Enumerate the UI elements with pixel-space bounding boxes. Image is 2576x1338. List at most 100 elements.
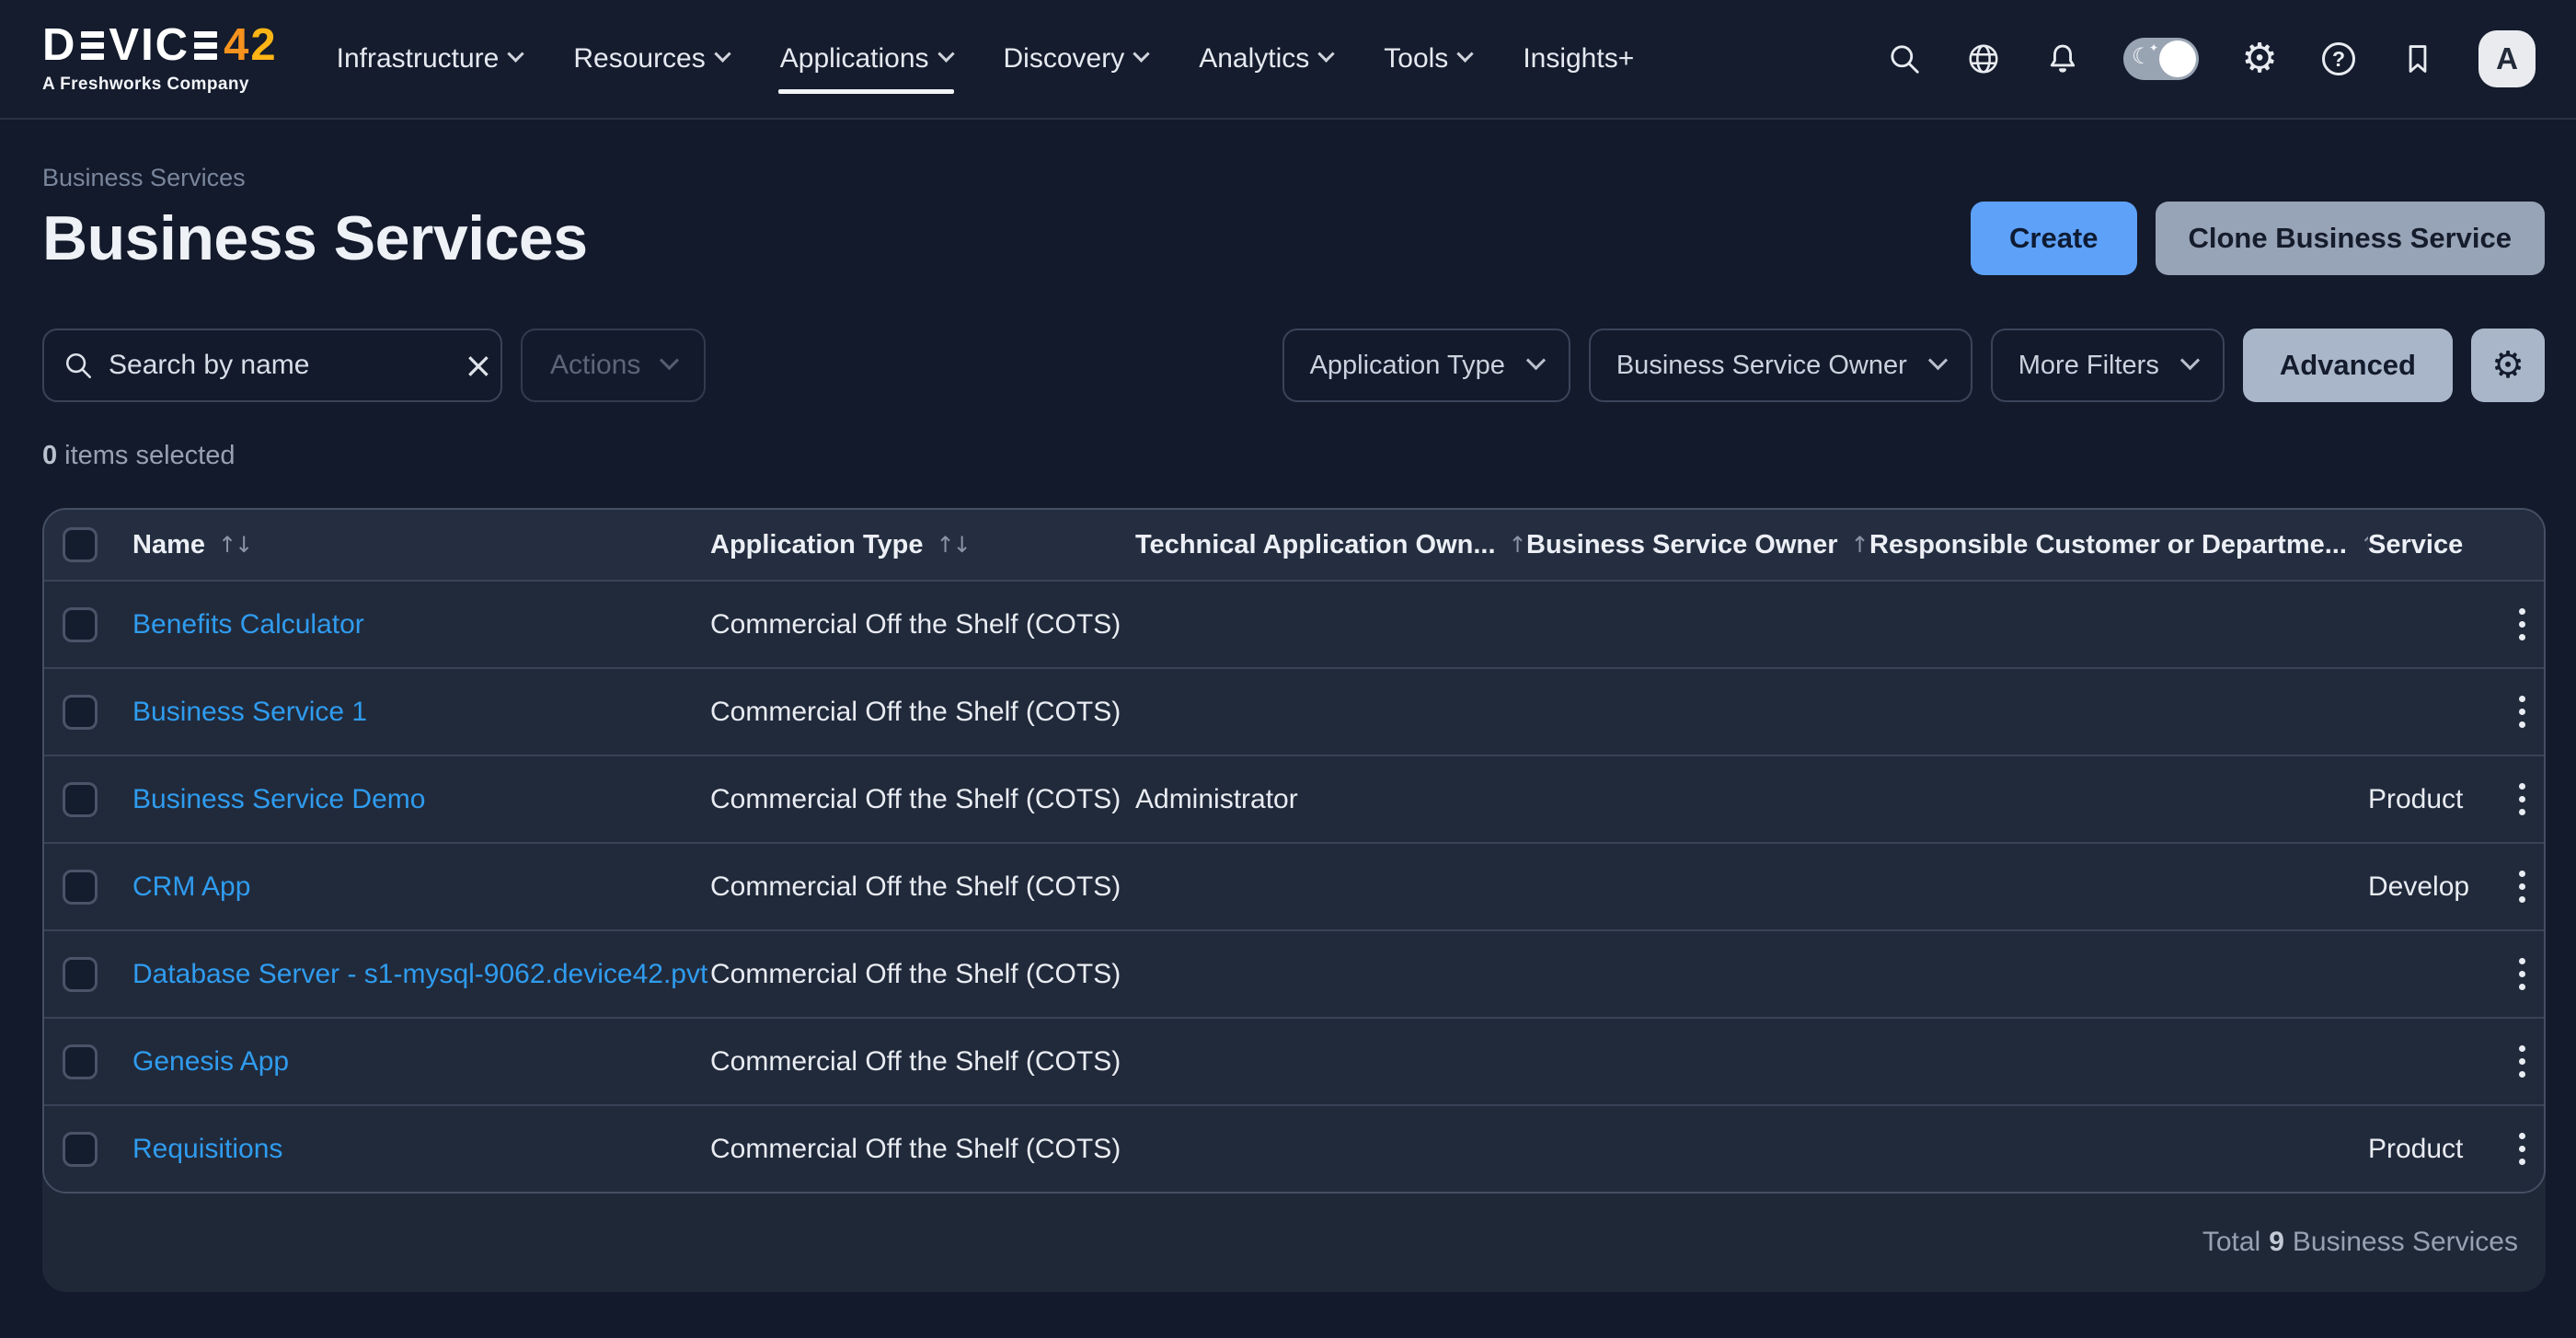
chevron-down-icon bbox=[508, 45, 524, 62]
table-header-row: Name ↑↓ Application Type ↑↓ Technical Ap… bbox=[44, 510, 2544, 580]
logo-wordmark: D VIC 4 2 bbox=[42, 23, 278, 68]
bookmark-icon[interactable] bbox=[2399, 40, 2436, 77]
nav-item-infrastructure[interactable]: Infrastructure bbox=[337, 0, 523, 119]
user-avatar[interactable]: A bbox=[2478, 30, 2536, 87]
row-actions-kebab-icon[interactable] bbox=[2503, 952, 2540, 996]
nav-item-applications[interactable]: Applications bbox=[780, 0, 952, 119]
actions-dropdown[interactable]: Actions bbox=[521, 329, 706, 402]
more-filters-dropdown[interactable]: More Filters bbox=[1991, 329, 2225, 402]
chevron-down-icon bbox=[1457, 45, 1474, 62]
globe-icon[interactable] bbox=[1965, 40, 2002, 77]
sort-icon[interactable]: ↑↓ bbox=[936, 532, 969, 558]
column-label: Business Service Owner bbox=[1526, 530, 1838, 560]
chevron-down-icon bbox=[714, 45, 730, 62]
application-type-filter[interactable]: Application Type bbox=[1282, 329, 1570, 402]
sparkle-icon: ✦ bbox=[2149, 41, 2158, 54]
row-actions-kebab-icon[interactable] bbox=[2503, 603, 2540, 646]
column-header-responsible-customer[interactable]: Responsible Customer or Departme... ↑↓ bbox=[1869, 530, 2368, 560]
sort-icon[interactable]: ↑↓ bbox=[218, 532, 251, 558]
row-checkbox[interactable] bbox=[63, 782, 98, 817]
column-header-application-type[interactable]: Application Type ↑↓ bbox=[710, 530, 1135, 560]
selection-summary: 0items selected bbox=[42, 441, 2545, 471]
settings-gear-icon[interactable]: ⚙ bbox=[2241, 40, 2278, 77]
search-input[interactable] bbox=[109, 350, 464, 381]
row-checkbox[interactable] bbox=[63, 1044, 98, 1079]
nav-label: Resources bbox=[573, 43, 705, 75]
clone-business-service-button[interactable]: Clone Business Service bbox=[2156, 202, 2546, 275]
column-label: Responsible Customer or Departme... bbox=[1869, 530, 2347, 560]
service-cell: Develop bbox=[2368, 871, 2503, 903]
application-type-cell: Commercial Off the Shelf (COTS) bbox=[710, 959, 1135, 990]
selected-text: items selected bbox=[64, 441, 235, 470]
nav-label: Discovery bbox=[1004, 43, 1125, 75]
table-settings-button[interactable]: ⚙ bbox=[2471, 329, 2545, 402]
filter-bar: Application Type Business Service Owner … bbox=[1282, 329, 2545, 402]
column-header-technical-application-owner[interactable]: Technical Application Own... ↑↓ bbox=[1135, 530, 1526, 560]
nav-item-insights-plus[interactable]: Insights+ bbox=[1523, 0, 1634, 119]
row-actions-kebab-icon[interactable] bbox=[2503, 1040, 2540, 1083]
sort-icon[interactable]: ↑↓ bbox=[1851, 532, 1870, 558]
select-all-checkbox[interactable] bbox=[63, 527, 98, 562]
filter-label: Business Service Owner bbox=[1616, 351, 1907, 381]
table-row: Genesis App Commercial Off the Shelf (CO… bbox=[44, 1017, 2544, 1104]
column-header-name[interactable]: Name ↑↓ bbox=[132, 530, 710, 560]
filter-label: Application Type bbox=[1310, 351, 1505, 381]
business-service-link[interactable]: Genesis App bbox=[132, 1046, 289, 1077]
row-checkbox[interactable] bbox=[63, 957, 98, 992]
sort-icon[interactable]: ↑↓ bbox=[2360, 532, 2368, 558]
row-checkbox[interactable] bbox=[63, 870, 98, 905]
nav-label: Analytics bbox=[1199, 43, 1309, 75]
business-service-link[interactable]: Business Service Demo bbox=[132, 784, 425, 814]
device42-logo[interactable]: D VIC 4 2 A Freshworks Company bbox=[42, 23, 278, 95]
dark-mode-toggle[interactable]: ☾ ✦ bbox=[2123, 38, 2199, 80]
search-by-name-box[interactable]: × bbox=[42, 329, 502, 402]
row-actions-kebab-icon[interactable] bbox=[2503, 690, 2540, 733]
nav-item-tools[interactable]: Tools bbox=[1384, 0, 1471, 119]
nav-label: Insights+ bbox=[1523, 43, 1634, 75]
clear-search-icon[interactable]: × bbox=[464, 348, 493, 383]
chevron-down-icon bbox=[1318, 45, 1335, 62]
gear-icon: ⚙ bbox=[2491, 347, 2524, 384]
application-type-cell: Commercial Off the Shelf (COTS) bbox=[710, 784, 1135, 815]
application-type-cell: Commercial Off the Shelf (COTS) bbox=[710, 1046, 1135, 1078]
service-cell: Product bbox=[2368, 784, 2503, 815]
row-actions-kebab-icon[interactable] bbox=[2503, 778, 2540, 821]
business-service-link[interactable]: CRM App bbox=[132, 871, 250, 902]
advanced-button[interactable]: Advanced bbox=[2243, 329, 2453, 402]
chevron-down-icon bbox=[937, 45, 954, 62]
business-service-link[interactable]: Benefits Calculator bbox=[132, 609, 364, 640]
nav-item-discovery[interactable]: Discovery bbox=[1004, 0, 1148, 119]
column-header-business-service-owner[interactable]: Business Service Owner ↑↓ bbox=[1526, 530, 1869, 560]
row-checkbox[interactable] bbox=[63, 607, 98, 642]
row-checkbox[interactable] bbox=[63, 1132, 98, 1167]
business-service-owner-filter[interactable]: Business Service Owner bbox=[1589, 329, 1972, 402]
table-footer: Total 9 Business Services bbox=[42, 1194, 2546, 1290]
table-row: Business Service Demo Commercial Off the… bbox=[44, 755, 2544, 842]
help-icon[interactable]: ? bbox=[2320, 40, 2357, 77]
breadcrumb[interactable]: Business Services bbox=[42, 164, 2545, 192]
row-actions-kebab-icon[interactable] bbox=[2503, 865, 2540, 908]
business-service-link[interactable]: Database Server - s1-mysql-9062.device42… bbox=[132, 959, 707, 989]
nav-item-analytics[interactable]: Analytics bbox=[1199, 0, 1332, 119]
create-button[interactable]: Create bbox=[1971, 202, 2137, 275]
nav-item-resources[interactable]: Resources bbox=[573, 0, 728, 119]
topbar-actions: ☾ ✦ ⚙ ? A bbox=[1886, 30, 2536, 87]
business-service-link[interactable]: Business Service 1 bbox=[132, 697, 367, 727]
logo-letters-vic: VIC bbox=[109, 23, 190, 68]
business-service-link[interactable]: Requisitions bbox=[132, 1134, 282, 1164]
row-actions-kebab-icon[interactable] bbox=[2503, 1127, 2540, 1171]
page-content: Business Services Business Services Crea… bbox=[0, 164, 2576, 1292]
chevron-down-icon bbox=[1133, 45, 1150, 62]
business-services-table: Name ↑↓ Application Type ↑↓ Technical Ap… bbox=[42, 508, 2546, 1194]
chevron-down-icon bbox=[1928, 351, 1948, 370]
column-header-service[interactable]: Service bbox=[2368, 530, 2503, 560]
application-type-cell: Commercial Off the Shelf (COTS) bbox=[710, 609, 1135, 640]
notifications-bell-icon[interactable] bbox=[2044, 40, 2081, 77]
search-icon[interactable] bbox=[1886, 40, 1923, 77]
sort-icon[interactable]: ↑↓ bbox=[1509, 532, 1526, 558]
toolbar: × Actions Application Type Business Serv… bbox=[42, 329, 2545, 402]
search-icon bbox=[63, 350, 94, 381]
row-checkbox[interactable] bbox=[63, 695, 98, 730]
logo-number-2: 2 bbox=[250, 23, 277, 68]
chevron-down-icon bbox=[660, 351, 679, 370]
